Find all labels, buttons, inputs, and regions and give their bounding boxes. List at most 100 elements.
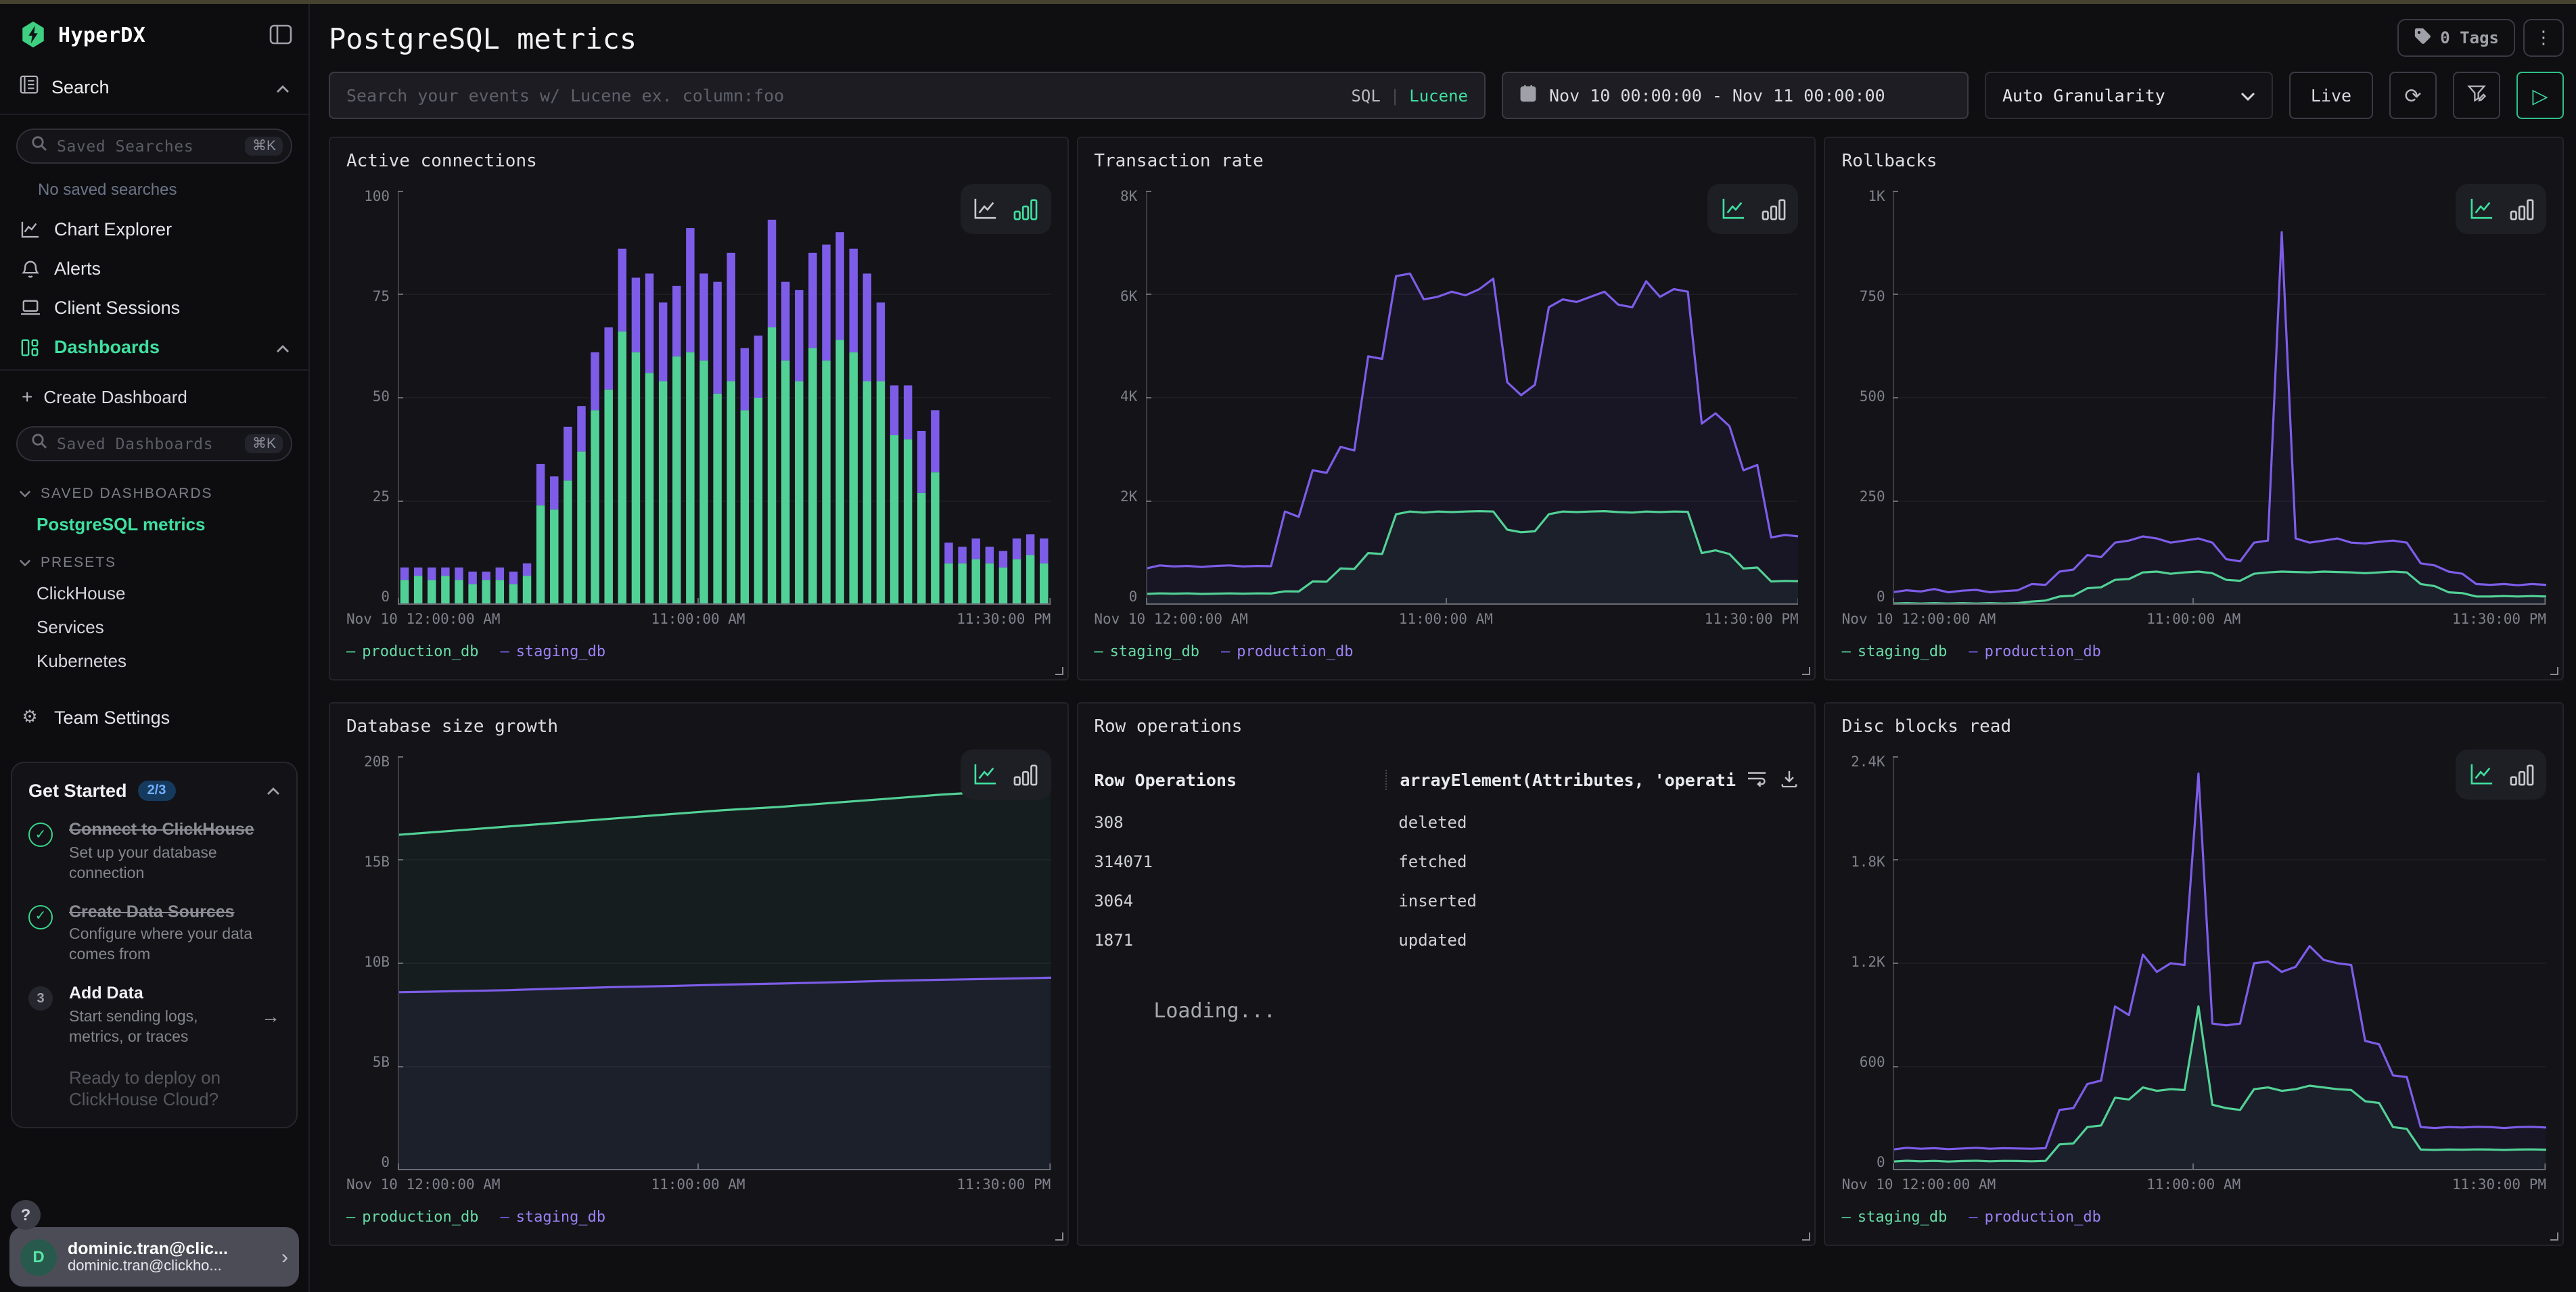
panel-resize-handle[interactable] bbox=[2550, 667, 2558, 675]
sidebar-item-dashboards[interactable]: Dashboards bbox=[0, 327, 308, 367]
tags-button[interactable]: 0 Tags bbox=[2397, 19, 2515, 57]
help-button[interactable]: ? bbox=[11, 1200, 41, 1230]
event-search-input[interactable]: Search your events w/ Lucene ex. column:… bbox=[329, 72, 1486, 119]
run-query-button[interactable]: ▷ bbox=[2516, 72, 2564, 119]
x-axis-label: Nov 10 12:00:00 AM bbox=[346, 612, 501, 628]
legend-item[interactable]: —staging_db bbox=[1842, 1208, 1948, 1226]
check-circle-icon: ✓ bbox=[28, 823, 53, 847]
step-desc: Start sending logs, metrics, or traces bbox=[69, 1007, 248, 1048]
panel-resize-handle[interactable] bbox=[1803, 667, 1811, 675]
table-row[interactable]: 3064inserted bbox=[1094, 892, 1798, 910]
sidebar-item-label: Team Settings bbox=[54, 707, 170, 727]
sidebar-preset-kubernetes[interactable]: Kubernetes bbox=[0, 644, 308, 678]
legend-item[interactable]: —production_db bbox=[1969, 643, 2100, 660]
legend-item[interactable]: —staging_db bbox=[1842, 643, 1948, 660]
dashboard-menu-button[interactable]: ⋮ bbox=[2523, 19, 2564, 57]
date-range-picker[interactable]: Nov 10 00:00:00 - Nov 11 00:00:00 bbox=[1502, 72, 1969, 119]
wrap-text-icon[interactable] bbox=[1747, 767, 1768, 793]
chevron-up-icon[interactable] bbox=[276, 337, 290, 357]
download-icon[interactable] bbox=[1781, 767, 1799, 793]
create-dashboard-button[interactable]: + Create Dashboard bbox=[0, 373, 308, 415]
y-axis: 1007550250 bbox=[346, 191, 398, 605]
legend-item[interactable]: —production_db bbox=[346, 643, 478, 660]
granularity-value: Auto Granularity bbox=[2002, 85, 2165, 106]
x-axis-label: Nov 10 12:00:00 AM bbox=[1842, 612, 1996, 628]
saved-dashboards-input[interactable]: Saved Dashboards ⌘K bbox=[16, 426, 292, 461]
mode-lucene[interactable]: Lucene bbox=[1409, 86, 1468, 105]
line-chart-icon[interactable] bbox=[1721, 198, 1747, 221]
legend-swatch: — bbox=[1969, 643, 1977, 660]
legend-item[interactable]: —staging_db bbox=[1094, 643, 1199, 660]
granularity-select[interactable]: Auto Granularity bbox=[1985, 72, 2273, 119]
play-icon: ▷ bbox=[2532, 83, 2548, 108]
sidebar-item-team-settings[interactable]: ⚙ Team Settings bbox=[0, 697, 308, 737]
panel-resize-handle[interactable] bbox=[2550, 1232, 2558, 1241]
arrow-right-icon[interactable]: → bbox=[261, 1005, 280, 1027]
panel-resize-handle[interactable] bbox=[1803, 1232, 1811, 1241]
saved-searches-input[interactable]: Saved Searches ⌘K bbox=[16, 129, 292, 164]
panel-resize-handle[interactable] bbox=[1055, 667, 1063, 675]
column-header-row-operations[interactable]: Row Operations bbox=[1094, 770, 1385, 790]
mode-sql[interactable]: SQL bbox=[1351, 86, 1380, 105]
sidebar-item-client-sessions[interactable]: Client Sessions bbox=[0, 288, 308, 327]
chart-plot[interactable] bbox=[1893, 756, 2546, 1170]
bar-chart-icon[interactable] bbox=[1762, 198, 1786, 221]
legend-item[interactable]: —production_db bbox=[1221, 643, 1353, 660]
legend-item[interactable]: —production_db bbox=[1969, 1208, 2100, 1226]
create-dashboard-label: Create Dashboard bbox=[43, 386, 187, 407]
refresh-button[interactable]: ⟳ bbox=[2389, 72, 2437, 119]
section-saved-dashboards[interactable]: SAVED DASHBOARDS bbox=[0, 472, 308, 507]
bar-chart-icon[interactable] bbox=[1013, 763, 1038, 786]
sidebar-dashboard-postgresql-metrics[interactable]: PostgreSQL metrics bbox=[0, 507, 308, 541]
get-started-header[interactable]: Get Started 2/3 bbox=[28, 778, 280, 802]
legend-item[interactable]: —staging_db bbox=[500, 643, 605, 660]
bar-chart-icon[interactable] bbox=[2509, 763, 2533, 786]
user-menu[interactable]: D dominic.tran@clic... dominic.tran@clic… bbox=[9, 1227, 299, 1287]
panel-resize-handle[interactable] bbox=[1055, 1232, 1063, 1241]
laptop-icon bbox=[19, 299, 41, 317]
sidebar-section-search[interactable]: Search bbox=[0, 62, 308, 111]
x-axis: Nov 10 12:00:00 AM11:00:00 AM11:30:00 PM bbox=[346, 609, 1051, 632]
filter-button[interactable] bbox=[2453, 72, 2500, 119]
line-chart-icon[interactable] bbox=[973, 763, 998, 786]
legend-swatch: — bbox=[1221, 643, 1230, 660]
bar-chart-icon[interactable] bbox=[1013, 198, 1038, 221]
chevron-up-icon[interactable] bbox=[276, 76, 290, 97]
sidebar-preset-services[interactable]: Services bbox=[0, 610, 308, 644]
legend-label: staging_db bbox=[1858, 1208, 1947, 1226]
sidebar-collapse-icon[interactable] bbox=[269, 24, 292, 45]
page-title: PostgreSQL metrics bbox=[329, 23, 2564, 55]
chart-plot[interactable] bbox=[1893, 191, 2546, 605]
live-button[interactable]: Live bbox=[2289, 72, 2373, 119]
sidebar-item-alerts[interactable]: Alerts bbox=[0, 249, 308, 288]
legend-item[interactable]: —production_db bbox=[346, 1208, 478, 1226]
date-range-value: Nov 10 00:00:00 - Nov 11 00:00:00 bbox=[1549, 85, 1885, 106]
chart-plot[interactable] bbox=[398, 756, 1051, 1170]
column-header-operation[interactable]: arrayElement(Attributes, 'operation') bbox=[1385, 770, 1736, 790]
chart-plot[interactable] bbox=[398, 191, 1051, 605]
line-chart-icon[interactable] bbox=[2468, 198, 2494, 221]
get-started-step-2[interactable]: ✓ Create Data Sources Configure where yo… bbox=[28, 902, 280, 966]
table-row[interactable]: 308deleted bbox=[1094, 813, 1798, 832]
line-chart-icon[interactable] bbox=[2468, 763, 2494, 786]
chart-plot[interactable] bbox=[1145, 191, 1798, 605]
section-presets[interactable]: PRESETS bbox=[0, 541, 308, 576]
get-started-step-1[interactable]: ✓ Connect to ClickHouse Set up your data… bbox=[28, 820, 280, 884]
table-row[interactable]: 314071fetched bbox=[1094, 852, 1798, 871]
legend-item[interactable]: —staging_db bbox=[500, 1208, 605, 1226]
panel-title: Database size growth bbox=[346, 717, 1051, 737]
x-axis-label: 11:30:00 PM bbox=[1705, 612, 1799, 628]
brand[interactable]: HyperDX bbox=[19, 20, 145, 49]
get-started-step-3[interactable]: 3 Add Data Start sending logs, metrics, … bbox=[28, 984, 280, 1048]
check-circle-icon: ✓ bbox=[28, 904, 53, 929]
chevron-up-icon[interactable] bbox=[267, 778, 280, 802]
search-section-icon bbox=[19, 74, 39, 99]
cloud-promo-text: Ready to deploy on ClickHouse Cloud? bbox=[28, 1067, 280, 1113]
tag-icon bbox=[2413, 27, 2431, 49]
bar-chart-icon[interactable] bbox=[2509, 198, 2533, 221]
calendar-icon bbox=[1519, 84, 1537, 107]
sidebar-item-chart-explorer[interactable]: Chart Explorer bbox=[0, 210, 308, 249]
line-chart-icon[interactable] bbox=[973, 198, 998, 221]
sidebar-preset-clickhouse[interactable]: ClickHouse bbox=[0, 576, 308, 610]
table-row[interactable]: 1871updated bbox=[1094, 931, 1798, 950]
